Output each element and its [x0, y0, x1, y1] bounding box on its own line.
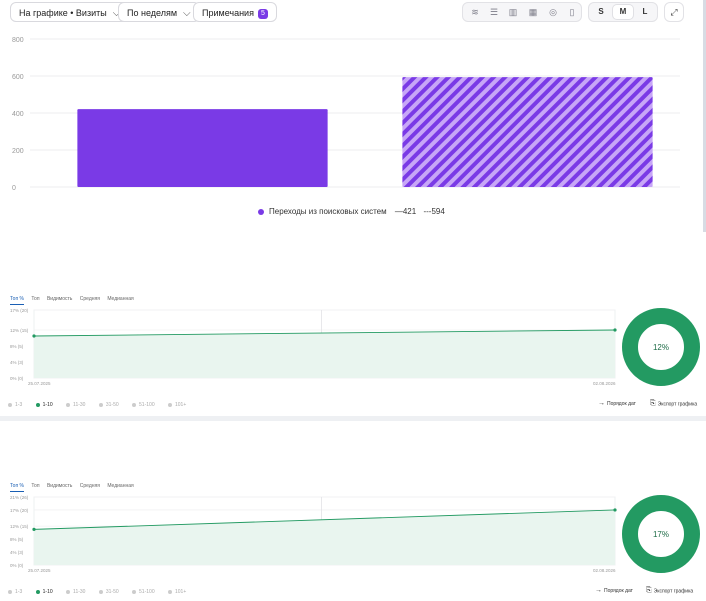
donut-label: 17% [653, 530, 669, 539]
filter-31-50[interactable]: 31-50 [98, 589, 119, 595]
tab-median[interactable]: Медианная [107, 296, 133, 304]
export-chart-button[interactable]: ⎘ Экспорт графика [650, 400, 697, 408]
table-chart-icon[interactable]: ▦ [527, 6, 539, 18]
area-chart-2: 0% (0) 4% (3) 8% (5) 12% (15) 17% (20) 21% (2… [10, 495, 700, 573]
filter-11-30[interactable]: 11-30 [66, 589, 85, 595]
bar-1 [402, 77, 653, 187]
chart-size-switcher: S M L [588, 2, 658, 22]
legend-swatch [258, 208, 264, 215]
y-tick-label: 200 [12, 148, 24, 155]
filter-101-plus[interactable]: 101+ [168, 402, 186, 408]
date-order-button[interactable]: → Порядок дат [595, 587, 633, 594]
column-chart-icon[interactable]: ▯ [566, 6, 578, 18]
legend-series-name: Переходы из поисковых систем [269, 207, 387, 216]
position-widget-2: Топ % Топ Видимость Средняя Медианная 0%… [0, 483, 706, 601]
y-tick-label: 8% (5) [10, 537, 24, 542]
filter-31-50[interactable]: 31-50 [98, 402, 119, 408]
filter-51-100[interactable]: 51-100 [132, 402, 155, 408]
range-filters: 1-3 1-10 11-30 31-50 51-100 101+ [8, 589, 198, 595]
tab-top[interactable]: Топ [31, 296, 39, 304]
y-tick-label: 17% (20) [10, 508, 29, 513]
size-m-button[interactable]: M [613, 5, 633, 19]
filter-11-30[interactable]: 11-30 [66, 402, 85, 408]
arrow-right-icon: → [595, 587, 602, 594]
tab-visibility[interactable]: Видимость [47, 296, 72, 304]
y-tick-label: 12% (15) [10, 328, 29, 333]
data-point-1 [613, 328, 617, 332]
y-tick-label: 21% (26) [10, 495, 29, 500]
tab-top[interactable]: Топ [31, 483, 39, 491]
position-widget-1: Топ % Топ Видимость Средняя Медианная 0%… [0, 296, 706, 418]
export-chart-button[interactable]: ⎘ Экспорт графика [646, 587, 693, 595]
area-fill [34, 509, 615, 565]
donut-label: 12% [653, 343, 669, 352]
tab-average[interactable]: Средняя [80, 483, 100, 491]
widget-separator [0, 416, 706, 421]
filter-51-100[interactable]: 51-100 [132, 589, 155, 595]
pie-chart-icon[interactable]: ◎ [547, 6, 559, 18]
tab-average[interactable]: Средняя [80, 296, 100, 304]
export-icon: ⎘ [650, 400, 656, 407]
export-icon: ⎘ [646, 587, 652, 594]
range-filters: 1-3 1-10 11-30 31-50 51-100 101+ [8, 402, 198, 408]
notes-button[interactable]: Примечания 5 [193, 2, 277, 22]
legend-dashed-value: 594 [431, 207, 445, 216]
filter-1-10[interactable]: 1-10 [35, 402, 53, 408]
period-select-label: По неделям [127, 8, 178, 18]
tab-top-percent[interactable]: Топ % [10, 483, 24, 492]
bar-0 [77, 109, 328, 187]
x-tick-label: 25.07.2025 [28, 568, 51, 573]
filter-1-10[interactable]: 1-10 [35, 589, 53, 595]
legend-solid-marker: — [394, 207, 403, 216]
chevron-down-icon: ⌵ [183, 8, 191, 19]
bar-chart-icon[interactable]: ▥ [507, 6, 519, 18]
x-tick-label: 25.07.2025 [28, 381, 51, 386]
filter-1-3[interactable]: 1-3 [8, 589, 22, 595]
legend-solid-value: 421 [402, 207, 417, 216]
y-tick-label: 4% (3) [10, 550, 24, 555]
x-tick-label: 02.08.2026 [593, 381, 616, 386]
y-tick-label: 600 [12, 74, 24, 81]
widget-tabs: Топ % Топ Видимость Средняя Медианная [10, 296, 140, 306]
data-point-1 [613, 508, 617, 512]
chart-legend: Переходы из поисковых систем —421 ---594 [258, 207, 445, 216]
expand-icon[interactable]: ⤢ [664, 2, 684, 22]
period-select[interactable]: По неделям ⌵ [118, 2, 200, 22]
chart-view-switcher: ≋ ☰ ▥ ▦ ◎ ▯ [462, 2, 582, 22]
graph-metric-select[interactable]: На графике • Визиты ⌵ [10, 2, 130, 22]
tab-top-percent[interactable]: Топ % [10, 296, 24, 305]
area-fill [34, 330, 615, 378]
y-tick-label: 400 [12, 111, 24, 118]
x-tick-label: 02.08.2026 [593, 568, 616, 573]
stacked-area-icon[interactable]: ☰ [488, 6, 500, 18]
filter-101-plus[interactable]: 101+ [168, 589, 186, 595]
bar-chart: 0 200 400 600 800 [12, 37, 680, 192]
notes-count-badge: 5 [257, 8, 268, 19]
y-tick-label: 800 [12, 37, 24, 44]
size-s-button[interactable]: S [591, 5, 611, 19]
y-tick-label: 0% (0) [10, 563, 24, 568]
size-l-button[interactable]: L [635, 5, 655, 19]
y-tick-label: 0 [12, 185, 16, 192]
tab-visibility[interactable]: Видимость [47, 483, 72, 491]
tab-median[interactable]: Медианная [107, 483, 133, 491]
date-order-button[interactable]: → Порядок дат [598, 400, 636, 407]
widget-tabs: Топ % Топ Видимость Средняя Медианная [10, 483, 140, 493]
data-point-0 [32, 334, 36, 338]
graph-metric-select-label: На графике • Визиты [19, 8, 107, 18]
y-tick-label: 12% (15) [10, 524, 29, 529]
line-chart-icon[interactable]: ≋ [469, 6, 481, 18]
filter-1-3[interactable]: 1-3 [8, 402, 22, 408]
y-tick-label: 0% (0) [10, 376, 24, 381]
notes-label: Примечания [202, 8, 254, 18]
y-tick-label: 4% (3) [10, 360, 24, 365]
data-point-0 [32, 527, 36, 531]
y-tick-label: 8% (5) [10, 344, 24, 349]
area-chart-1: 0% (0) 4% (3) 8% (5) 12% (15) 17% (20) 25.07.… [10, 308, 700, 386]
y-tick-label: 17% (20) [10, 308, 29, 313]
arrow-right-icon: → [598, 400, 605, 407]
